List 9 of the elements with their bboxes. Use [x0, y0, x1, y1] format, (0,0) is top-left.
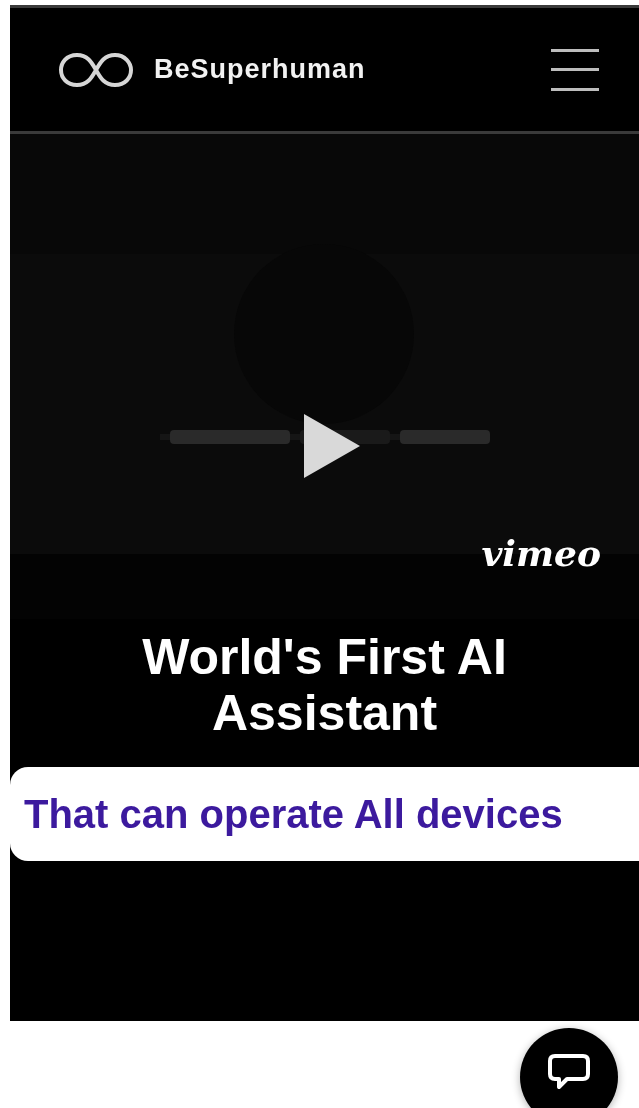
infinity-icon[interactable] [58, 50, 134, 89]
menu-icon[interactable] [551, 48, 599, 91]
chat-icon [547, 1052, 591, 1092]
hero-title: World's First AI Assistant [141, 629, 508, 741]
subtitle-banner: That can operate All devices [10, 767, 639, 861]
play-icon[interactable] [304, 414, 360, 478]
brand-name[interactable]: BeSuperhuman [154, 54, 366, 85]
player-logo[interactable]: vimeo [481, 532, 601, 574]
chat-button[interactable] [520, 1028, 618, 1108]
